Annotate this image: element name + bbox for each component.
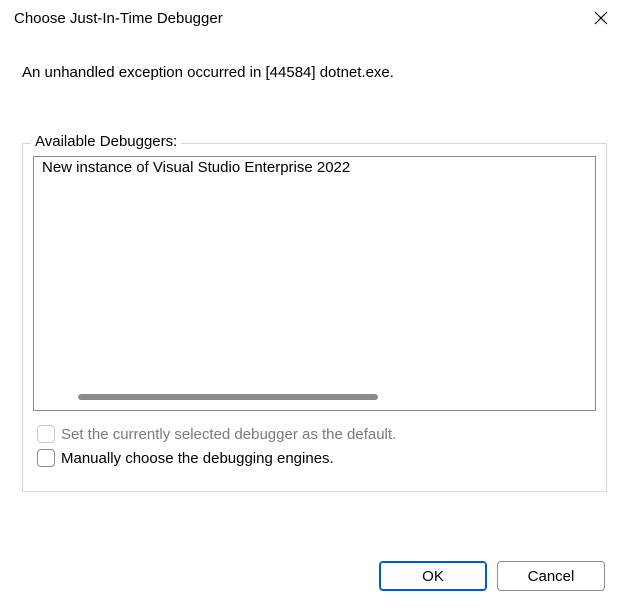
close-button[interactable] bbox=[579, 3, 623, 33]
manual-engines-checkbox-row[interactable]: Manually choose the debugging engines. bbox=[33, 449, 596, 467]
manual-engines-checkbox[interactable] bbox=[37, 449, 55, 467]
set-default-checkbox bbox=[37, 425, 55, 443]
cancel-button[interactable]: Cancel bbox=[497, 561, 605, 591]
set-default-label: Set the currently selected debugger as t… bbox=[61, 426, 396, 443]
list-item[interactable]: New instance of Visual Studio Enterprise… bbox=[34, 157, 595, 178]
horizontal-scrollbar[interactable] bbox=[36, 394, 596, 408]
dialog-buttons: OK Cancel bbox=[379, 561, 605, 591]
window-title: Choose Just-In-Time Debugger bbox=[14, 10, 223, 27]
set-default-checkbox-row: Set the currently selected debugger as t… bbox=[33, 425, 596, 443]
debuggers-listbox[interactable]: New instance of Visual Studio Enterprise… bbox=[33, 156, 596, 411]
group-label: Available Debuggers: bbox=[31, 133, 181, 150]
options: Set the currently selected debugger as t… bbox=[33, 425, 596, 467]
titlebar: Choose Just-In-Time Debugger bbox=[0, 0, 629, 36]
scrollbar-thumb[interactable] bbox=[78, 394, 378, 400]
exception-message: An unhandled exception occurred in [4458… bbox=[22, 64, 607, 81]
available-debuggers-group: Available Debuggers: New instance of Vis… bbox=[22, 143, 607, 492]
dialog-content: An unhandled exception occurred in [4458… bbox=[0, 36, 629, 492]
manual-engines-label: Manually choose the debugging engines. bbox=[61, 450, 334, 467]
ok-button[interactable]: OK bbox=[379, 561, 487, 591]
close-icon bbox=[594, 11, 608, 25]
